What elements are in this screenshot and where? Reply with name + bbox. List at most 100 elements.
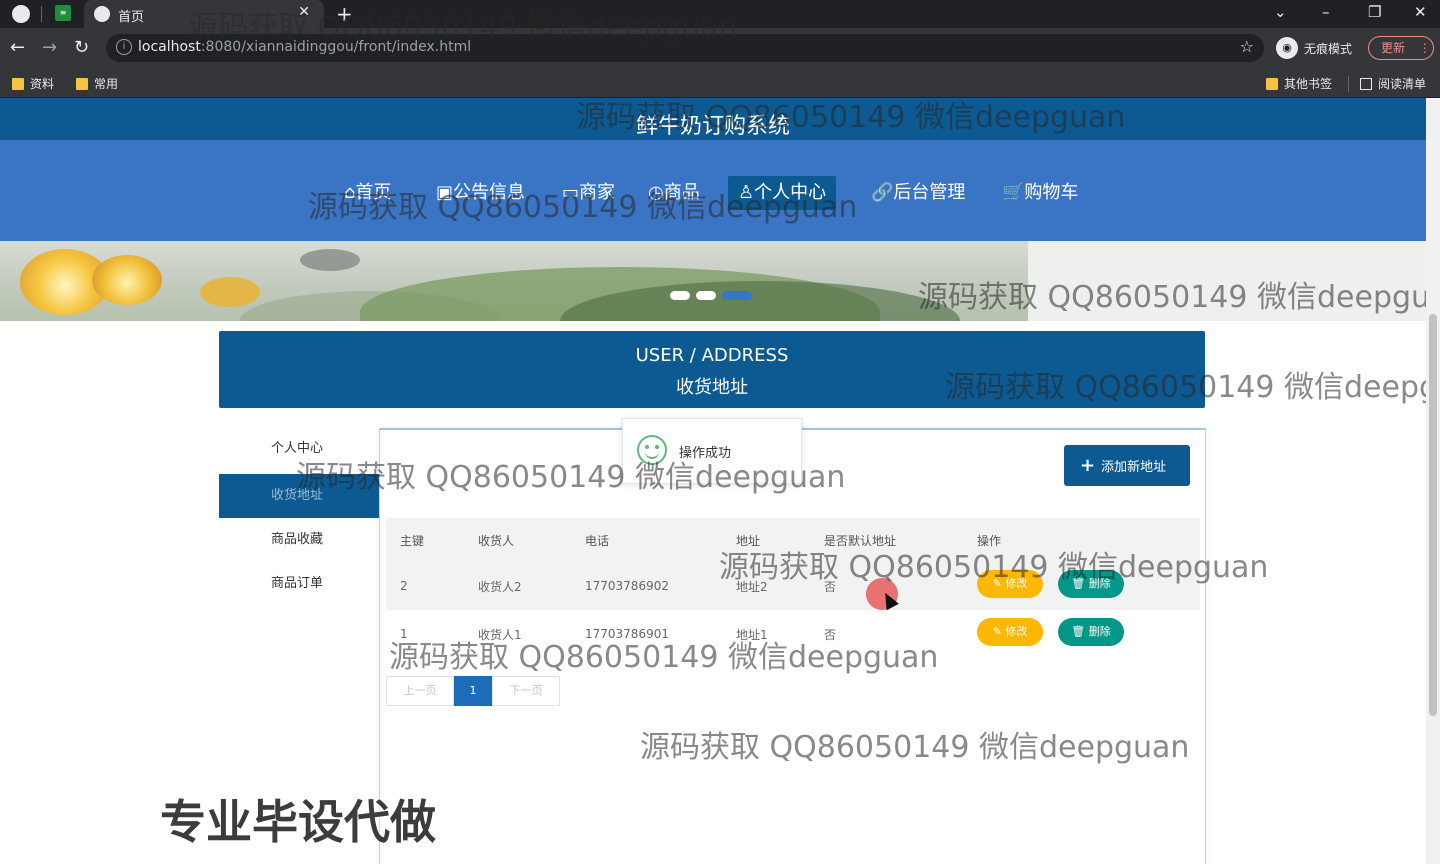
sidebar-item-orders[interactable]: 商品订单	[219, 562, 380, 606]
site-title: 鲜牛奶订购系统	[635, 114, 790, 139]
pencil-icon: ✎	[992, 625, 1006, 638]
cell-address: 地址1	[736, 627, 768, 642]
main-nav: ⌂首页 ▣公告信息 ▭商家 ◷商品 ♙个人中心 🔗后台管理 🛒购物车	[0, 140, 1426, 241]
tab-separator	[41, 6, 42, 22]
browser-tab[interactable]: 首页 ✕	[84, 0, 324, 28]
carousel-dot-active[interactable]	[722, 291, 752, 300]
page-number-button[interactable]: 1	[454, 676, 492, 706]
cell-phone: 17703786901	[585, 627, 669, 641]
app-tab-icon[interactable]: ≡	[55, 5, 71, 21]
trash-icon: 🗑	[1071, 577, 1089, 590]
site-header: 鲜牛奶订购系统	[0, 98, 1426, 140]
new-tab-icon[interactable]: +	[336, 2, 353, 26]
reading-list-label: 阅读清单	[1378, 77, 1427, 91]
sidebar-item-user-center[interactable]: 个人中心	[219, 427, 380, 471]
smile-icon	[637, 435, 667, 465]
other-bookmarks[interactable]: 其他书签	[1266, 75, 1332, 92]
nav-user-center[interactable]: ♙个人中心	[728, 176, 837, 210]
column-header: 是否默认地址	[824, 533, 897, 548]
delete-label: 删除	[1088, 625, 1111, 638]
column-header: 地址	[736, 533, 761, 548]
banner-art	[300, 249, 360, 271]
folder-icon	[1266, 77, 1278, 90]
nav-home[interactable]: ⌂首页	[334, 176, 401, 210]
nav-notices[interactable]: ▣公告信息	[426, 176, 535, 210]
reload-icon[interactable]: ↻	[74, 37, 89, 58]
edit-label: 修改	[1005, 577, 1028, 590]
banner-art	[200, 277, 260, 307]
add-address-label: 添加新地址	[1101, 460, 1167, 475]
address-panel: + 添加新地址 主键 收货人 电话 地址 是否默认地址 操作 2 收货人2 177…	[379, 428, 1206, 864]
bookmark-folder[interactable]: 资料	[12, 75, 54, 92]
column-header: 电话	[585, 533, 610, 548]
tab-title: 首页	[118, 10, 145, 25]
incognito-indicator[interactable]: ◉ 无痕模式	[1276, 36, 1352, 60]
trash-icon: 🗑	[1071, 625, 1089, 638]
sidebar-item-address[interactable]: 收货地址	[219, 474, 380, 518]
bookmark-label: 资料	[30, 77, 55, 91]
other-bookmarks-label: 其他书签	[1284, 77, 1333, 91]
pagination: 上一页 1 下一页	[386, 676, 560, 706]
window-close-icon[interactable]: ✕	[1414, 3, 1427, 21]
section-header: USER / ADDRESS 收货地址	[219, 331, 1205, 408]
page-scrollbar[interactable]	[1426, 98, 1440, 864]
prev-page-button[interactable]: 上一页	[386, 676, 454, 706]
bookmark-separator	[1348, 76, 1349, 92]
scrollbar-thumb[interactable]	[1429, 314, 1437, 716]
restore-icon[interactable]: ❐	[1368, 3, 1381, 21]
lotus-image	[92, 255, 162, 305]
page-viewport: 鲜牛奶订购系统 ⌂首页 ▣公告信息 ▭商家 ◷商品 ♙个人中心 🔗后台管理 🛒购…	[0, 98, 1426, 864]
delete-label: 删除	[1088, 577, 1111, 590]
edit-label: 修改	[1005, 625, 1028, 638]
next-page-button[interactable]: 下一页	[492, 676, 560, 706]
incognito-label: 无痕模式	[1304, 41, 1353, 56]
pencil-icon: ✎	[992, 577, 1006, 590]
delete-button[interactable]: 🗑 删除	[1058, 570, 1124, 598]
address-bar[interactable]: i localhost:8080/xiannaidinggou/front/in…	[106, 34, 1264, 62]
tab-search-chevron-icon[interactable]: ⌄	[1274, 3, 1287, 21]
update-button[interactable]: 更新 ⋮	[1368, 36, 1434, 60]
minimize-icon[interactable]: –	[1322, 3, 1330, 21]
tab-favicon-icon	[94, 6, 110, 22]
forward-icon[interactable]: →	[42, 37, 57, 58]
carousel-dot[interactable]	[670, 291, 690, 300]
folder-icon	[12, 77, 24, 90]
toast-message: 操作成功	[679, 446, 732, 461]
delete-button[interactable]: 🗑 删除	[1058, 618, 1124, 646]
banner-art	[1028, 241, 1426, 321]
carousel-dot[interactable]	[696, 291, 716, 300]
nav-merchants[interactable]: ▭商家	[552, 176, 625, 210]
nav-cart[interactable]: 🛒购物车	[992, 176, 1088, 210]
bookmark-folder[interactable]: 常用	[76, 75, 118, 92]
site-info-icon[interactable]: i	[116, 39, 132, 55]
add-address-button[interactable]: + 添加新地址	[1064, 445, 1190, 486]
browser-globe-icon[interactable]	[12, 5, 30, 23]
section-title-zh: 收货地址	[676, 377, 748, 398]
url-text[interactable]: localhost:8080/xiannaidinggou/front/inde…	[138, 39, 471, 55]
cell-name: 收货人2	[478, 579, 522, 594]
bookmark-star-icon[interactable]: ☆	[1240, 37, 1254, 56]
success-toast: 操作成功	[622, 418, 802, 484]
nav-products[interactable]: ◷商品	[638, 176, 710, 210]
cell-id: 1	[400, 627, 408, 641]
cell-name: 收货人1	[478, 627, 522, 642]
bookmark-label: 常用	[94, 77, 119, 91]
edit-button[interactable]: ✎ 修改	[977, 570, 1043, 598]
sidebar-item-favorites[interactable]: 商品收藏	[219, 518, 380, 562]
url-path: :8080/xiannaidinggou/front/index.html	[200, 39, 472, 55]
url-host: localhost	[138, 39, 201, 55]
update-label: 更新	[1381, 41, 1406, 55]
back-icon[interactable]: ←	[10, 37, 25, 58]
reading-list[interactable]: 阅读清单	[1360, 75, 1426, 92]
bookmarks-bar: 资料 常用 其他书签 阅读清单	[0, 68, 1440, 98]
column-header: 收货人	[478, 533, 515, 548]
browser-toolbar: ← → ↻ i localhost:8080/xiannaidinggou/fr…	[0, 28, 1440, 68]
column-header: 主键	[400, 533, 425, 548]
edit-button[interactable]: ✎ 修改	[977, 618, 1043, 646]
cell-default: 否	[824, 579, 837, 594]
folder-icon	[76, 77, 88, 90]
nav-admin[interactable]: 🔗后台管理	[861, 176, 975, 210]
plus-icon: +	[1080, 455, 1096, 476]
tab-close-icon[interactable]: ✕	[298, 4, 310, 20]
table-header: 主键 收货人 电话 地址 是否默认地址 操作	[386, 518, 1200, 562]
